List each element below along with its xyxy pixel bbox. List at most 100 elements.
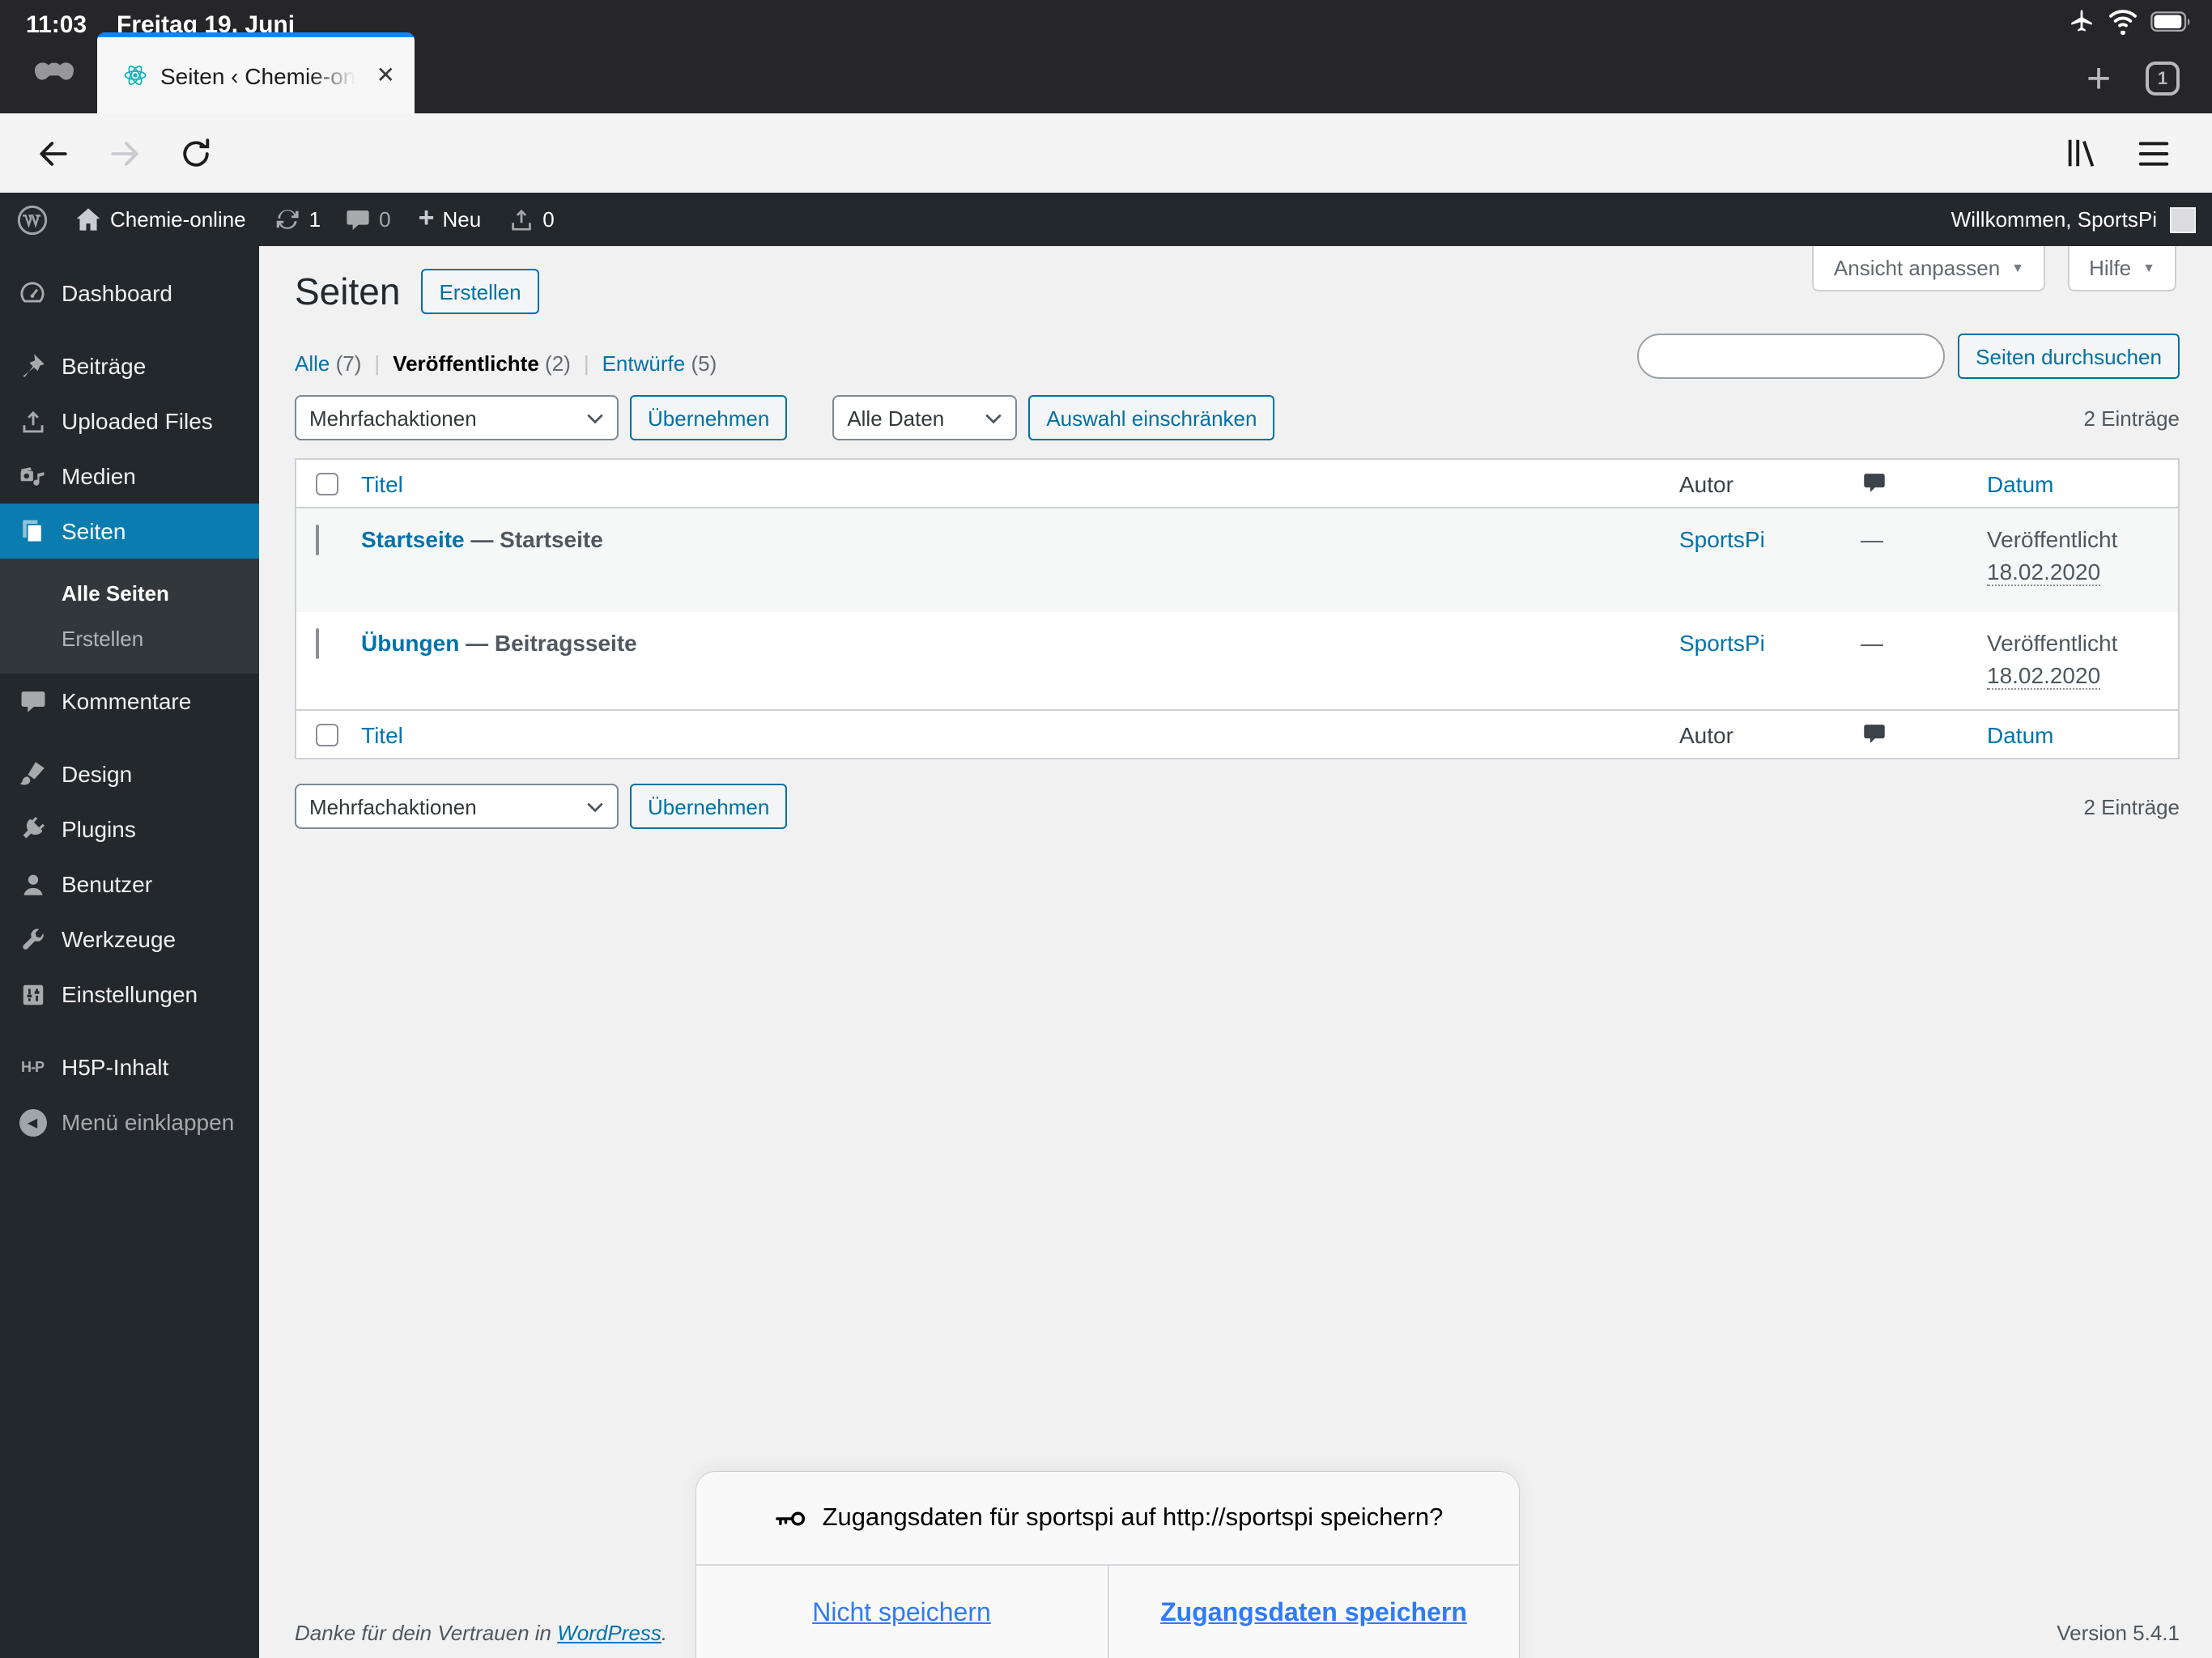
sidebar-item-label: Werkzeuge bbox=[62, 926, 177, 952]
select-all-checkbox[interactable] bbox=[316, 723, 338, 746]
sidebar-item-settings[interactable]: Einstellungen bbox=[0, 967, 259, 1022]
author-cell: SportsPi bbox=[1679, 612, 1861, 709]
sidebar-item-label: Benutzer bbox=[62, 871, 153, 897]
submenu-all-pages[interactable]: Alle Seiten bbox=[0, 570, 259, 615]
sidebar-item-comments[interactable]: Kommentare bbox=[0, 674, 259, 729]
library-icon[interactable] bbox=[2060, 131, 2104, 175]
bulk-actions-select-bottom[interactable]: Mehrfachaktionen bbox=[295, 784, 619, 829]
status-filter-links: Alle (7) | Veröffentlichte (2) | Entwürf… bbox=[295, 351, 717, 376]
page-title-link[interactable]: Übungen bbox=[361, 630, 459, 656]
avatar[interactable] bbox=[2170, 206, 2196, 232]
admin-bar-site-menu[interactable]: Chemie-online bbox=[74, 206, 246, 233]
page-title-link[interactable]: Startseite bbox=[361, 526, 465, 552]
back-button[interactable] bbox=[31, 131, 74, 175]
tab-count-button[interactable]: 1 bbox=[2146, 62, 2180, 96]
submenu-create-page[interactable]: Erstellen bbox=[0, 615, 259, 661]
column-date-sort[interactable]: Datum bbox=[1987, 721, 2178, 747]
sidebar-item-design[interactable]: Design bbox=[0, 746, 259, 801]
admin-bar-updates[interactable]: 1 bbox=[274, 206, 321, 233]
author-cell: SportsPi bbox=[1679, 508, 1861, 612]
page-title-cell: Übungen — Beitragsseite bbox=[361, 612, 1679, 709]
sidebar-item-media[interactable]: Medien bbox=[0, 449, 259, 504]
sidebar-item-h5p[interactable]: H-P H5P-Inhalt bbox=[0, 1039, 259, 1095]
date-filter-select[interactable]: Alle Daten bbox=[832, 395, 1018, 440]
comments-icon bbox=[16, 685, 49, 717]
updates-icon bbox=[274, 206, 301, 233]
upload-tray-icon bbox=[508, 206, 534, 232]
sidebar-item-plugins[interactable]: Plugins bbox=[0, 801, 259, 857]
footer-thanks: Danke für dein Vertrauen in WordPress. bbox=[295, 1621, 668, 1645]
menu-spacer bbox=[0, 246, 259, 266]
filter-button[interactable]: Auswahl einschränken bbox=[1028, 395, 1275, 440]
items-count: 2 Einträge bbox=[2083, 795, 2180, 819]
filter-published-link[interactable]: Veröffentlichte (2) bbox=[393, 351, 571, 376]
column-date-sort[interactable]: Datum bbox=[1987, 470, 2178, 496]
apply-button[interactable]: Übernehmen bbox=[630, 395, 788, 440]
sidebar-item-uploaded-files[interactable]: Uploaded Files bbox=[0, 393, 259, 449]
column-comments-icon[interactable] bbox=[1861, 470, 1888, 497]
author-link[interactable]: SportsPi bbox=[1679, 630, 1765, 656]
status-icons bbox=[2068, 8, 2193, 36]
wordpress-link[interactable]: WordPress bbox=[557, 1621, 661, 1645]
upload-icon bbox=[16, 405, 49, 437]
filter-separator: | bbox=[374, 351, 381, 376]
row-checkbox[interactable] bbox=[316, 628, 319, 659]
new-tab-button[interactable]: + bbox=[2069, 49, 2128, 107]
tab-close-icon[interactable]: ✕ bbox=[373, 62, 398, 89]
table-header-row: Titel Autor Datum bbox=[296, 460, 2178, 508]
comment-bubble-icon bbox=[345, 206, 371, 232]
sidebar-item-tools[interactable]: Werkzeuge bbox=[0, 912, 259, 967]
admin-bar-comments[interactable]: 0 bbox=[345, 206, 391, 232]
table-row: Übungen — Beitragsseite SportsPi — Veröf… bbox=[296, 612, 2178, 709]
sidebar-item-pages[interactable]: Seiten bbox=[0, 504, 272, 559]
column-title-sort[interactable]: Titel bbox=[361, 470, 1679, 496]
reload-button[interactable] bbox=[173, 131, 217, 175]
select-all-checkbox[interactable] bbox=[316, 472, 338, 495]
sidebar-item-dashboard[interactable]: Dashboard bbox=[0, 266, 259, 321]
author-link[interactable]: SportsPi bbox=[1679, 526, 1765, 552]
sidebar-item-posts[interactable]: Beiträge bbox=[0, 338, 259, 393]
private-browsing-mask-icon[interactable] bbox=[32, 58, 76, 91]
wrench-icon bbox=[16, 923, 49, 955]
date-filter-value: Alle Daten bbox=[847, 406, 945, 430]
column-title-sort[interactable]: Titel bbox=[361, 721, 1679, 747]
clock: 11:03 bbox=[26, 11, 87, 39]
comments-count: 0 bbox=[379, 207, 391, 232]
admin-bar-new[interactable]: + Neu bbox=[419, 204, 482, 232]
page-title: Seiten bbox=[295, 270, 401, 312]
wordpress-logo-icon[interactable] bbox=[16, 203, 49, 236]
comments-cell: — bbox=[1861, 526, 1883, 552]
apply-button-bottom[interactable]: Übernehmen bbox=[630, 784, 788, 829]
media-icon bbox=[16, 460, 49, 492]
column-comments-icon[interactable] bbox=[1861, 721, 1888, 748]
chevron-down-icon bbox=[985, 412, 1002, 423]
menu-hamburger-icon[interactable] bbox=[2131, 131, 2175, 175]
help-label: Hilfe bbox=[2089, 256, 2132, 280]
sidebar-item-users[interactable]: Benutzer bbox=[0, 857, 259, 912]
admin-bar-uploads[interactable]: 0 bbox=[508, 206, 555, 232]
search-pages-button[interactable]: Seiten durchsuchen bbox=[1958, 334, 2180, 379]
browser-tab[interactable]: Seiten ‹ Chemie-onli ✕ bbox=[97, 32, 415, 113]
forward-button[interactable] bbox=[102, 131, 146, 175]
save-credentials-button[interactable]: Zugangsdaten speichern bbox=[1108, 1566, 1519, 1658]
airplane-icon bbox=[2068, 8, 2095, 36]
sidebar-item-label: Beiträge bbox=[62, 353, 147, 379]
collapse-menu-button[interactable]: ◀ Menü einklappen bbox=[0, 1095, 259, 1150]
site-favicon-atom-icon bbox=[123, 63, 147, 87]
search-input[interactable] bbox=[1637, 334, 1946, 379]
filter-drafts-link[interactable]: Entwürfe (5) bbox=[602, 351, 717, 376]
screen-options-tab[interactable]: Ansicht anpassen ▼ bbox=[1812, 246, 2045, 291]
help-tab[interactable]: Hilfe ▼ bbox=[2068, 246, 2176, 291]
new-label: Neu bbox=[442, 207, 482, 232]
tab-title: Seiten ‹ Chemie-onli bbox=[160, 62, 360, 88]
publish-status: Veröffentlicht bbox=[1987, 630, 2118, 656]
dont-save-button[interactable]: Nicht speichern bbox=[696, 1566, 1108, 1658]
add-new-page-button[interactable]: Erstellen bbox=[421, 269, 539, 314]
pages-icon bbox=[16, 515, 49, 547]
ipad-screen: 11:03 Freitag 19. Juni Seiten ‹ Chemie-o… bbox=[0, 0, 2212, 1658]
welcome-text[interactable]: Willkommen, SportsPi bbox=[1951, 207, 2157, 232]
sidebar-item-label: Dashboard bbox=[62, 280, 172, 306]
row-checkbox[interactable] bbox=[316, 525, 319, 555]
filter-all-link[interactable]: Alle (7) bbox=[295, 351, 361, 376]
bulk-actions-select[interactable]: Mehrfachaktionen bbox=[295, 395, 619, 440]
